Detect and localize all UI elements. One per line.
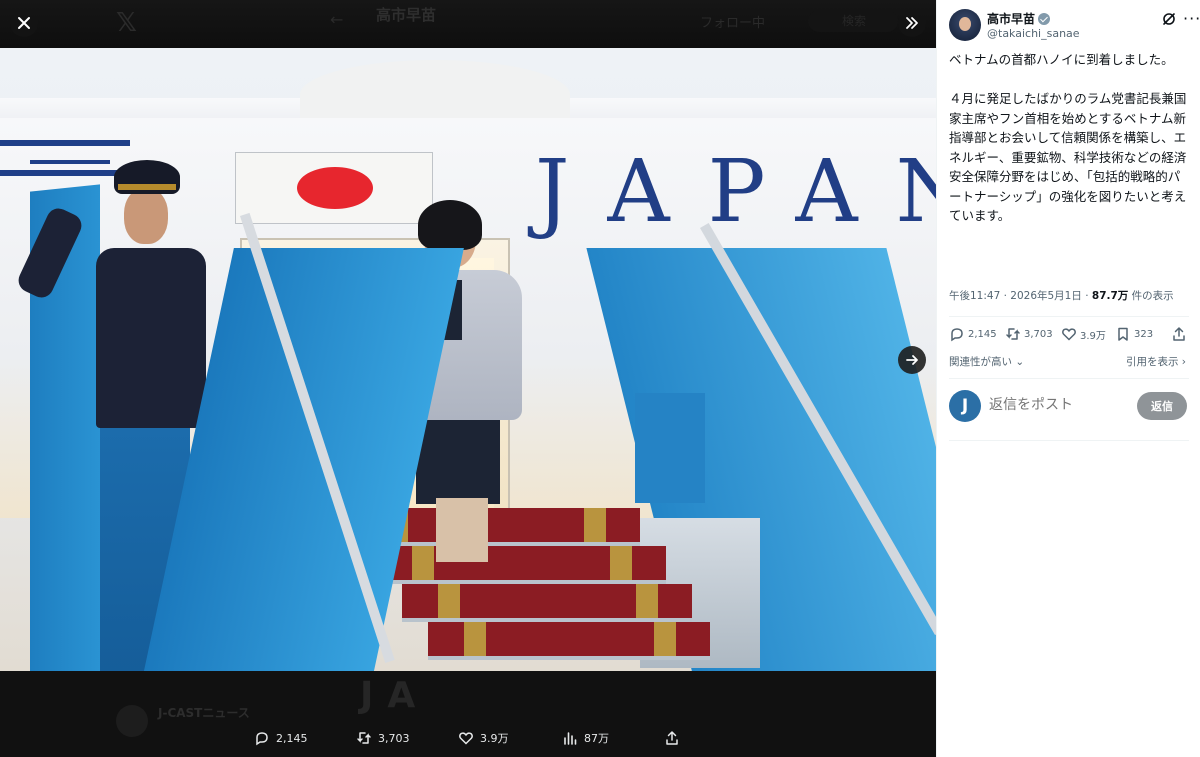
viewer-views-button[interactable]: 87万 (562, 730, 609, 746)
carpet-gold-stripe (610, 546, 632, 580)
like-button[interactable]: 3.9万 (1061, 326, 1106, 342)
viewer-like-button[interactable]: 3.9万 (458, 730, 509, 746)
carpet-step (376, 546, 666, 584)
share-icon (1173, 327, 1185, 341)
background-page-header: 𝕏 ← 高市早苗 フォロー中 検索 (0, 0, 936, 48)
view-quotes-label: 引用を表示 (1125, 356, 1179, 368)
kanji-livery-bar (30, 160, 110, 164)
viewer-repost-count: 3,703 (378, 731, 410, 745)
post-header: 高市早苗 @takaichi_sanae ··· (949, 9, 1200, 43)
more-options-icon[interactable]: ··· (1183, 9, 1200, 28)
post-views-label: 件の表示 (1131, 290, 1174, 302)
post-metadata: 午後11:47 · 2026年5月1日 · 87.7万 件の表示 (949, 290, 1174, 302)
carpet-gold-stripe (636, 584, 658, 618)
background-profile-name: 高市早苗 (376, 6, 437, 24)
woman-skirt (416, 414, 500, 504)
divider (949, 378, 1189, 379)
share-button[interactable] (1171, 326, 1187, 342)
verified-badge-icon (1038, 13, 1051, 25)
reply-icon (951, 328, 963, 342)
close-button[interactable] (10, 9, 38, 37)
post-text: ベトナムの首都ハノイに到着しました。 ４月に発足したばかりのラム党書記長兼国家主… (949, 52, 1187, 223)
like-count: 3.9万 (1080, 330, 1106, 342)
background-photo-text: JA (360, 675, 430, 716)
viewer-reply-count: 2,145 (276, 731, 308, 745)
media-viewer: 𝕏 ← 高市早苗 フォロー中 検索 JAPAN (0, 0, 936, 757)
viewer-share-button[interactable] (664, 730, 680, 746)
view-quotes-link[interactable]: 引用を表示 › (1126, 354, 1186, 369)
post-views-count: 87.7万 (1091, 290, 1129, 302)
reply-input[interactable] (989, 396, 1129, 412)
reply-submit-button[interactable]: 返信 (1137, 392, 1187, 420)
carpet-gold-stripe (412, 546, 434, 580)
chevron-right-icon: › (1181, 356, 1186, 368)
viewer-like-count: 3.9万 (480, 732, 509, 745)
officer-head (124, 188, 168, 244)
japan-flag-circle (297, 167, 373, 209)
reply-icon (256, 732, 268, 746)
carpet-gold-stripe (654, 622, 676, 656)
bookmark-icon (1118, 327, 1128, 341)
reply-composer: J 返信 (949, 388, 1189, 428)
bookmark-button[interactable]: 323 (1115, 326, 1153, 342)
viewer-views-count: 87万 (584, 732, 609, 745)
share-icon (666, 731, 678, 745)
background-search-box: 検索 (808, 10, 898, 32)
post-date[interactable]: 2026年5月1日 (1010, 290, 1082, 302)
heart-icon (459, 732, 473, 745)
reply-button[interactable]: 2,145 (949, 326, 997, 342)
author-name-row[interactable]: 高市早苗 (987, 10, 1051, 27)
post-detail-panel: 高市早苗 @takaichi_sanae ··· ベトナムの首都ハノイに到着しま… (936, 0, 1200, 757)
reply-sort-dropdown[interactable]: 関連性が高い ⌄ (949, 354, 1024, 369)
repost-count: 3,703 (1024, 328, 1053, 340)
aircraft-livery-text: JAPAN (535, 142, 936, 242)
repost-icon (1006, 328, 1020, 340)
viewer-repost-button[interactable]: 3,703 (356, 730, 410, 746)
carpet-step (402, 584, 692, 622)
divider (949, 316, 1189, 317)
officer-cap-band (118, 184, 176, 190)
woman-legs (436, 498, 488, 562)
close-icon (18, 17, 30, 29)
heart-icon (1062, 328, 1076, 341)
viewer-reply-button[interactable]: 2,145 (254, 730, 308, 746)
carpet-gold-stripe (438, 584, 460, 618)
post-time[interactable]: 午後11:47 (949, 290, 1000, 302)
analytics-icon (564, 732, 577, 745)
background-avatar (116, 705, 148, 737)
reply-sort-label: 関連性が高い (949, 356, 1012, 368)
author-name[interactable]: 高市早苗 (987, 12, 1035, 26)
double-chevron-right-icon (906, 17, 918, 29)
woman-hair (418, 200, 482, 250)
author-avatar[interactable] (949, 9, 981, 41)
background-source-name: J-CASTニュース (158, 706, 250, 720)
bookmark-count: 323 (1134, 328, 1154, 340)
stairs-landing (635, 393, 705, 503)
grok-icon[interactable] (1161, 11, 1177, 27)
red-carpet-steps (350, 508, 710, 671)
carpet-step (428, 622, 710, 660)
chevron-down-icon: ⌄ (1015, 356, 1025, 368)
officer-uniform (96, 248, 206, 428)
viewer-action-bar: 2,145 3,703 3.9万 87万 (250, 726, 690, 750)
carpet-gold-stripe (584, 508, 606, 542)
author-handle[interactable]: @takaichi_sanae (987, 27, 1080, 40)
next-image-button[interactable] (898, 346, 926, 374)
current-user-avatar[interactable]: J (949, 390, 981, 422)
repost-button[interactable]: 3,703 (1005, 326, 1053, 342)
post-photo: JAPAN (0, 48, 936, 671)
back-arrow-icon: ← (330, 10, 344, 29)
x-logo-icon: 𝕏 (116, 8, 137, 38)
collapse-panel-button[interactable] (898, 9, 926, 37)
kanji-livery (0, 140, 130, 176)
arrow-right-icon (906, 355, 918, 365)
background-follow-label: フォロー中 (700, 16, 766, 31)
carpet-gold-stripe (464, 622, 486, 656)
post-engagement-bar: 2,145 3,703 3.9万 323 (949, 326, 1189, 346)
repost-icon (357, 732, 371, 744)
divider (949, 440, 1189, 441)
reply-count: 2,145 (968, 328, 997, 340)
